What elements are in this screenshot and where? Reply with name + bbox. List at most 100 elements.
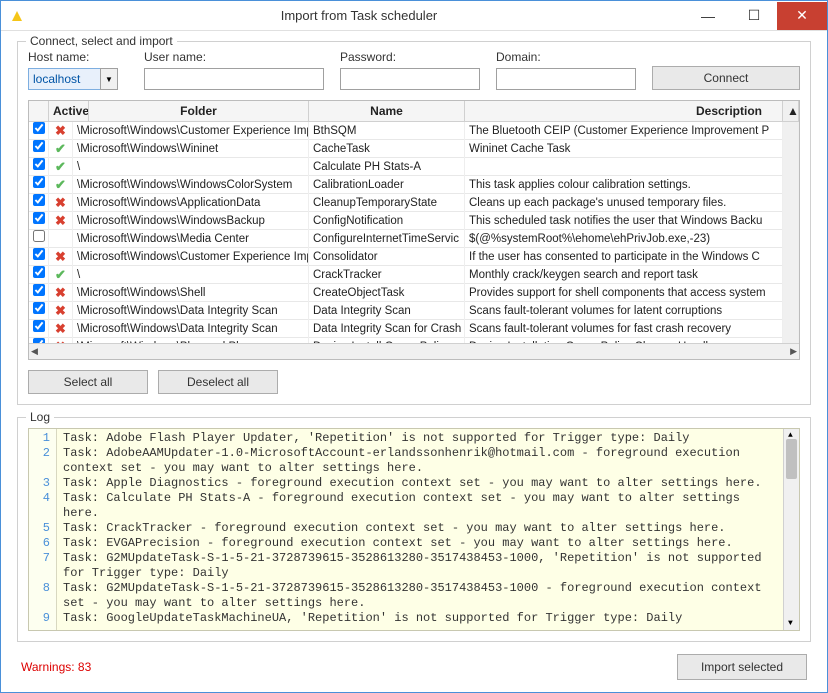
log-line-number: 1 xyxy=(31,431,50,446)
row-name: CalibrationLoader xyxy=(309,176,465,194)
row-status-icon: ✖ xyxy=(49,212,73,230)
log-scrollbar[interactable]: ▲▼ xyxy=(783,429,799,630)
row-name: ConfigNotification xyxy=(309,212,465,230)
domain-input[interactable] xyxy=(496,68,636,90)
header-name[interactable]: Name xyxy=(309,101,465,121)
table-row[interactable]: ✔\Calculate PH Stats-A xyxy=(29,158,799,176)
row-checkbox[interactable] xyxy=(29,338,49,344)
row-description: $(@%systemRoot%\ehome\ehPrivJob.exe,-23) xyxy=(465,230,783,248)
row-checkbox[interactable] xyxy=(29,302,49,320)
row-checkbox[interactable] xyxy=(29,158,49,176)
connect-legend: Connect, select and import xyxy=(26,34,177,48)
horizontal-scrollbar[interactable]: ◀▶ xyxy=(29,343,799,359)
app-icon xyxy=(9,8,25,24)
connect-button[interactable]: Connect xyxy=(652,66,800,90)
row-description: Scans fault-tolerant volumes for fast cr… xyxy=(465,320,783,338)
host-combo[interactable]: ▼ xyxy=(28,68,128,90)
row-scroll-spacer xyxy=(783,140,799,158)
password-input[interactable] xyxy=(340,68,480,90)
row-checkbox[interactable] xyxy=(29,122,49,140)
table-row[interactable]: ✖\Microsoft\Windows\Customer Experience … xyxy=(29,248,799,266)
minimize-button[interactable]: — xyxy=(685,2,731,30)
table-row[interactable]: ✖\Microsoft\Windows\ApplicationDataClean… xyxy=(29,194,799,212)
row-folder: \ xyxy=(73,266,309,284)
row-status-icon: ✖ xyxy=(49,284,73,302)
table-row[interactable]: ✔\CrackTrackerMonthly crack/keygen searc… xyxy=(29,266,799,284)
log-line-number: 7 xyxy=(31,551,50,566)
table-row[interactable]: ✖\Microsoft\Windows\Customer Experience … xyxy=(29,122,799,140)
deselect-all-button[interactable]: Deselect all xyxy=(158,370,278,394)
task-grid: Active Folder Name Description ▲ ✖\Micro… xyxy=(28,100,800,360)
log-line-number: 6 xyxy=(31,536,50,551)
table-row[interactable]: \Microsoft\Windows\Media CenterConfigure… xyxy=(29,230,799,248)
table-row[interactable]: ✖\Microsoft\Windows\WindowsBackupConfigN… xyxy=(29,212,799,230)
row-status-icon: ✔ xyxy=(49,158,73,176)
table-row[interactable]: ✖\Microsoft\Windows\Data Integrity ScanD… xyxy=(29,302,799,320)
maximize-button[interactable]: ☐ xyxy=(731,2,777,30)
close-button[interactable]: ✕ xyxy=(777,2,827,30)
row-scroll-spacer xyxy=(783,230,799,248)
table-row[interactable]: ✔\Microsoft\Windows\WininetCacheTaskWini… xyxy=(29,140,799,158)
row-scroll-spacer xyxy=(783,122,799,140)
row-status-icon: ✖ xyxy=(49,122,73,140)
titlebar: Import from Task scheduler — ☐ ✕ xyxy=(1,1,827,31)
header-checkbox-col[interactable] xyxy=(29,101,49,121)
header-folder[interactable]: Folder xyxy=(89,101,309,121)
log-line-number: 8 xyxy=(31,581,50,596)
connect-group: Connect, select and import Host name: ▼ … xyxy=(17,41,811,405)
window: Import from Task scheduler — ☐ ✕ Connect… xyxy=(0,0,828,693)
row-scroll-spacer xyxy=(783,302,799,320)
row-folder: \Microsoft\Windows\Wininet xyxy=(73,140,309,158)
table-row[interactable]: ✖\Microsoft\Windows\ShellCreateObjectTas… xyxy=(29,284,799,302)
log-area: 12 34 567 8 9 Task: Adobe Flash Player U… xyxy=(28,428,800,631)
host-input[interactable] xyxy=(28,68,100,90)
header-active[interactable]: Active xyxy=(49,101,89,121)
table-row[interactable]: ✔\Microsoft\Windows\WindowsColorSystemCa… xyxy=(29,176,799,194)
header-description[interactable]: Description xyxy=(465,101,783,121)
row-checkbox[interactable] xyxy=(29,320,49,338)
row-checkbox[interactable] xyxy=(29,212,49,230)
row-name: Data Integrity Scan xyxy=(309,302,465,320)
row-checkbox[interactable] xyxy=(29,248,49,266)
row-name: ConfigureInternetTimeServic xyxy=(309,230,465,248)
table-row[interactable]: ✖\Microsoft\Windows\Data Integrity ScanD… xyxy=(29,320,799,338)
row-scroll-spacer xyxy=(783,194,799,212)
row-status-icon: ✖ xyxy=(49,248,73,266)
table-row[interactable]: ✖\Microsoft\Windows\Plug and PlayDevice … xyxy=(29,338,799,343)
chevron-down-icon[interactable]: ▼ xyxy=(100,68,118,90)
row-scroll-spacer xyxy=(783,212,799,230)
row-description: Cleans up each package's unused temporar… xyxy=(465,194,783,212)
row-scroll-spacer xyxy=(783,338,799,344)
log-line-number: 3 xyxy=(31,476,50,491)
row-folder: \Microsoft\Windows\Shell xyxy=(73,284,309,302)
row-checkbox[interactable] xyxy=(29,176,49,194)
row-description: This task applies colour calibration set… xyxy=(465,176,783,194)
row-name: CacheTask xyxy=(309,140,465,158)
row-name: CrackTracker xyxy=(309,266,465,284)
row-name: Calculate PH Stats-A xyxy=(309,158,465,176)
row-scroll-spacer xyxy=(783,176,799,194)
select-all-button[interactable]: Select all xyxy=(28,370,148,394)
row-description: This scheduled task notifies the user th… xyxy=(465,212,783,230)
host-label: Host name: xyxy=(28,50,128,64)
row-scroll-spacer xyxy=(783,320,799,338)
row-description: The Bluetooth CEIP (Customer Experience … xyxy=(465,122,783,140)
username-input[interactable] xyxy=(144,68,324,90)
row-checkbox[interactable] xyxy=(29,284,49,302)
row-checkbox[interactable] xyxy=(29,266,49,284)
log-text[interactable]: Task: Adobe Flash Player Updater, 'Repet… xyxy=(57,429,783,630)
row-checkbox[interactable] xyxy=(29,140,49,158)
log-group: Log 12 34 567 8 9 Task: Adobe Flash Play… xyxy=(17,417,811,642)
row-status-icon: ✔ xyxy=(49,140,73,158)
row-scroll-spacer xyxy=(783,248,799,266)
row-status-icon: ✖ xyxy=(49,320,73,338)
grid-body[interactable]: ✖\Microsoft\Windows\Customer Experience … xyxy=(29,122,799,343)
row-checkbox[interactable] xyxy=(29,194,49,212)
import-selected-button[interactable]: Import selected xyxy=(677,654,807,680)
row-name: BthSQM xyxy=(309,122,465,140)
row-description: Monthly crack/keygen search and report t… xyxy=(465,266,783,284)
row-status-icon xyxy=(49,230,73,248)
username-label: User name: xyxy=(144,50,324,64)
row-description xyxy=(465,158,783,176)
row-checkbox[interactable] xyxy=(29,230,49,248)
